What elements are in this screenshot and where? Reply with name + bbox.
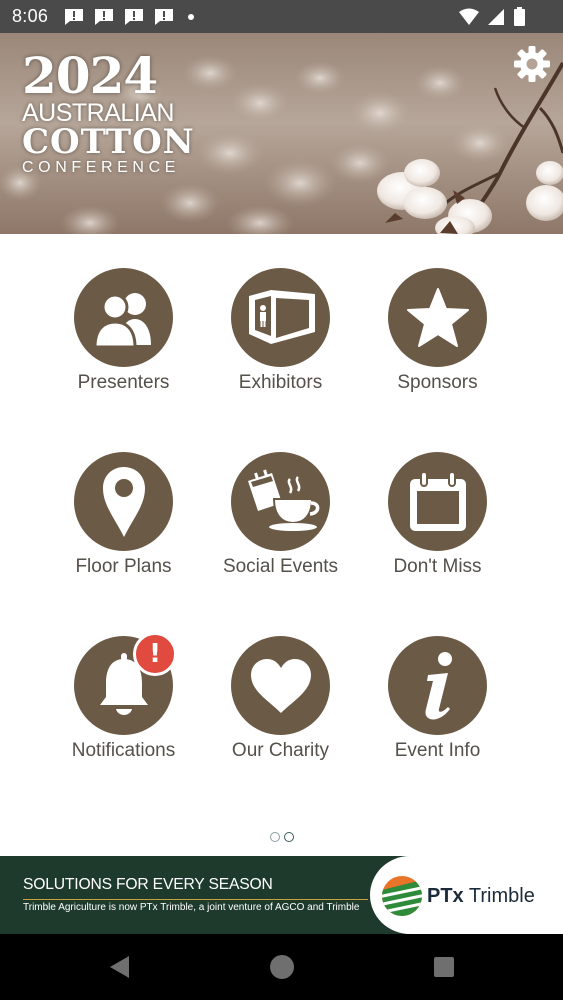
logo-line-cotton: COTTON: [22, 122, 195, 162]
menu-icon-circle: [388, 636, 487, 735]
ad-headline: SOLUTIONS FOR EVERY SEASON: [23, 876, 273, 893]
conference-banner: 2024 AUSTRALIAN COTTON CONFERENCE: [0, 33, 563, 234]
menu-icon-circle: [231, 268, 330, 367]
page-indicator: [0, 832, 563, 842]
alert-notification-icon: [95, 9, 114, 25]
ad-logo-area: PTx Trimble: [370, 856, 563, 934]
menu-label: Exhibitors: [238, 372, 323, 393]
menu-label: Our Charity: [231, 740, 330, 761]
booth-icon: [248, 289, 315, 344]
app-screen: 8:06 2024 AUSTRALIAN COTTON CONFERENCE P…: [0, 0, 563, 1000]
menu-item-floor-plans[interactable]: Floor Plans: [45, 452, 202, 602]
recents-icon[interactable]: [433, 956, 455, 978]
more-notifications-dot: [188, 13, 195, 20]
map-pin-icon: [102, 466, 145, 537]
alert-notification-icon: [155, 9, 174, 25]
people-icon: [92, 292, 151, 348]
conference-logo: 2024 AUSTRALIAN COTTON CONFERENCE: [22, 46, 195, 177]
menu-label: Notifications: [71, 740, 176, 761]
ad-brand-suffix: Trimble: [463, 885, 535, 907]
wifi-icon: [459, 8, 479, 25]
battery-icon: [514, 7, 525, 26]
settings-gear-icon[interactable]: [513, 45, 551, 83]
menu-icon-circle: [74, 452, 173, 551]
ptx-trimble-logo-icon: [382, 876, 422, 916]
notification-badge: !: [133, 632, 177, 676]
menu-icon-circle: [74, 268, 173, 367]
info-icon: [424, 651, 452, 720]
menu-item-event-info[interactable]: Event Info: [359, 636, 516, 786]
ad-subtext: Trimble Agriculture is now PTx Trimble, …: [23, 902, 360, 913]
menu-item-notifications[interactable]: ! Notifications: [45, 632, 202, 786]
status-bar: 8:06: [0, 0, 563, 33]
ad-divider: [23, 899, 368, 900]
logo-year: 2024: [22, 46, 158, 105]
menu-label: Don't Miss: [393, 556, 482, 577]
menu-icon-circle: [231, 636, 330, 735]
ad-brand-name: PTx Trimble: [427, 885, 535, 908]
page-dot-2[interactable]: [283, 832, 294, 842]
sponsor-ad-banner[interactable]: SOLUTIONS FOR EVERY SEASON Trimble Agric…: [0, 856, 563, 934]
menu-label: Sponsors: [397, 372, 478, 393]
menu-icon-circle: [388, 452, 487, 551]
menu-item-sponsors[interactable]: Sponsors: [359, 268, 516, 418]
ad-brand-prefix: PTx: [427, 885, 464, 907]
logo-line-conference: CONFERENCE: [22, 159, 181, 176]
menu-item-presenters[interactable]: Presenters: [45, 268, 202, 418]
menu-label: Social Events: [222, 556, 339, 577]
coffee-cup-icon: [247, 469, 319, 531]
status-time: 8:06: [12, 6, 49, 26]
android-navigation-bar: [0, 934, 563, 1000]
menu-label: Event Info: [394, 740, 481, 761]
home-icon[interactable]: [268, 953, 296, 981]
menu-icon-circle: !: [74, 632, 177, 735]
back-icon[interactable]: [107, 954, 133, 980]
status-system-icons: [459, 7, 525, 26]
heart-icon: [250, 658, 311, 713]
menu-icon-circle: [388, 268, 487, 367]
alert-notification-icon: [65, 9, 84, 25]
menu-item-our-charity[interactable]: Our Charity: [202, 636, 359, 786]
menu-item-dont-miss[interactable]: Don't Miss: [359, 452, 516, 602]
menu-label: Presenters: [77, 372, 170, 393]
menu-label: Floor Plans: [75, 556, 172, 577]
menu-icon-circle: [231, 452, 330, 551]
page-dot-1[interactable]: [269, 832, 280, 842]
menu-item-social-events[interactable]: Social Events: [202, 452, 359, 602]
cellular-signal-icon: [488, 8, 504, 25]
menu-item-exhibitors[interactable]: Exhibitors: [202, 268, 359, 418]
status-notifications: [64, 8, 195, 25]
star-icon: [406, 287, 469, 347]
alert-notification-icon: [125, 9, 144, 25]
calendar-icon: [409, 470, 466, 531]
